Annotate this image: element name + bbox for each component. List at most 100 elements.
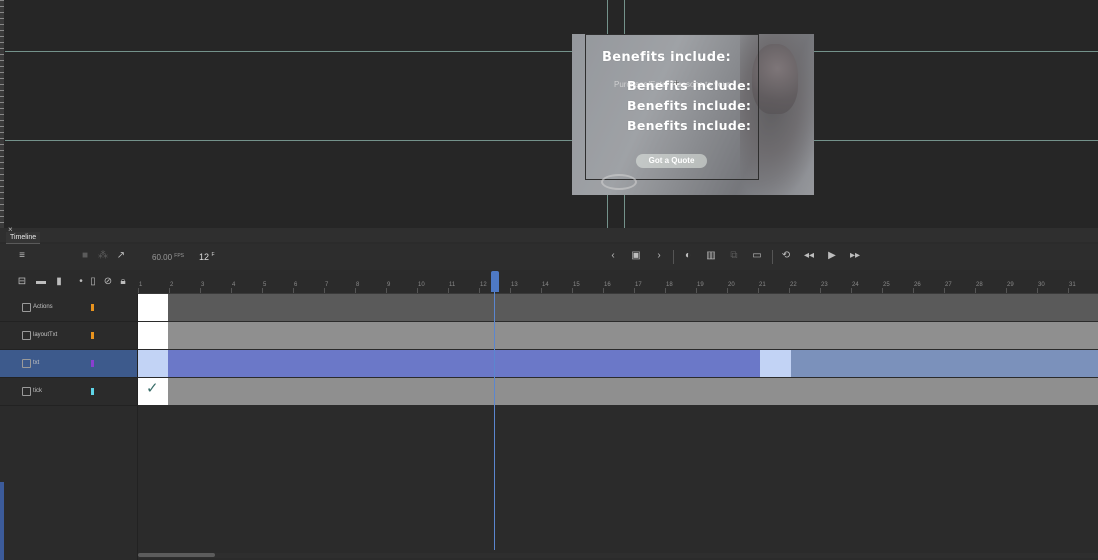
ruler-tick bbox=[541, 288, 542, 293]
toolbar-divider bbox=[673, 250, 674, 264]
camera-icon[interactable]: ■ bbox=[78, 249, 92, 263]
headline-repeat-1[interactable]: Benefits include: bbox=[627, 78, 751, 93]
visibility-toggle-icon[interactable]: ⊘ bbox=[101, 275, 115, 289]
outline-toggle-icon[interactable]: ▯ bbox=[86, 275, 100, 289]
next-keyframe-icon[interactable]: › bbox=[652, 249, 666, 263]
headline-repeat-3[interactable]: Benefits include: bbox=[627, 118, 751, 133]
layer-color-chip[interactable] bbox=[91, 388, 94, 395]
layer-row-actions[interactable]: Actions bbox=[0, 294, 137, 322]
ruler-frame-number: 6 bbox=[294, 282, 298, 288]
banner-artwork[interactable]: Benefits include: Purchase/Enter Reasons… bbox=[572, 34, 814, 195]
scrollbar-thumb[interactable] bbox=[138, 553, 215, 557]
ruler-frame-number: 18 bbox=[666, 282, 673, 288]
ruler-frame-number: 19 bbox=[697, 282, 704, 288]
layer-color-chip[interactable] bbox=[91, 304, 94, 311]
current-frame-readout[interactable]: 12 F bbox=[199, 252, 215, 262]
ruler-tick bbox=[417, 288, 418, 293]
layer-color-chip[interactable] bbox=[91, 332, 94, 339]
ruler-frame-number: 29 bbox=[1007, 282, 1014, 288]
layer-icon bbox=[22, 331, 31, 340]
stage-canvas[interactable]: Benefits include: Purchase/Enter Reasons… bbox=[0, 0, 1098, 228]
frames-grid[interactable]: ✓ bbox=[138, 294, 1098, 560]
ruler-tick bbox=[696, 288, 697, 293]
ruler-frame-number: 11 bbox=[449, 282, 456, 288]
layers-icon[interactable]: ≡ bbox=[15, 249, 29, 263]
lock-icon[interactable]: 🔒︎ bbox=[116, 275, 130, 289]
ruler-frame-number: 9 bbox=[387, 282, 391, 288]
new-folder-icon[interactable]: ▬ bbox=[34, 275, 48, 289]
loop-icon[interactable]: ⟲ bbox=[779, 249, 793, 263]
onion-skin-outline-icon[interactable]: ▥ bbox=[704, 249, 718, 263]
ruler-tick bbox=[634, 288, 635, 293]
new-layer-icon[interactable]: ⊟ bbox=[15, 275, 29, 289]
frame-row-layouttxt[interactable] bbox=[138, 322, 1098, 350]
layer-row-layouttxt[interactable]: layoutTxt bbox=[0, 322, 137, 350]
ruler-tick bbox=[758, 288, 759, 293]
fps-readout[interactable]: 60.00 FPS bbox=[152, 253, 184, 262]
playhead-line[interactable] bbox=[494, 292, 495, 550]
parenting-icon[interactable]: ⁂ bbox=[96, 249, 110, 263]
layer-tools-bar: ⊟ ▬ ▮ • ▯ ⊘ 🔒︎ bbox=[0, 272, 137, 292]
step-forward-icon[interactable]: ▸▸ bbox=[848, 249, 862, 263]
headline-repeat-2[interactable]: Benefits include: bbox=[627, 98, 751, 113]
ruler-tick bbox=[572, 288, 573, 293]
ruler-tick bbox=[1068, 288, 1069, 293]
horizontal-scrollbar[interactable] bbox=[138, 553, 1098, 558]
toolbar-divider bbox=[772, 250, 773, 264]
keyframe[interactable] bbox=[138, 294, 168, 321]
frame-row-actions[interactable] bbox=[138, 294, 1098, 322]
layer-name: tick bbox=[33, 388, 42, 394]
ruler-frame-number: 12 bbox=[480, 282, 487, 288]
layer-icon bbox=[22, 387, 31, 396]
horizontal-guide[interactable] bbox=[5, 140, 1098, 141]
tick-circle-graphic bbox=[601, 174, 637, 190]
frame-row-txt[interactable] bbox=[138, 350, 1098, 378]
ruler-frame-number: 7 bbox=[325, 282, 329, 288]
ruler-tick bbox=[727, 288, 728, 293]
ruler-frame-number: 15 bbox=[573, 282, 580, 288]
frame-ruler[interactable]: 1 2 3 4 5 6 7 8 9 10 11 12 13 14 15 16 17 18 19 20 21 22 23 24 2… bbox=[138, 272, 1098, 294]
ruler-tick bbox=[789, 288, 790, 293]
keyframe[interactable] bbox=[138, 350, 168, 377]
previous-keyframe-icon[interactable]: ‹ bbox=[606, 249, 620, 263]
keyframe[interactable]: ✓ bbox=[138, 378, 168, 405]
layer-row-tick[interactable]: tick bbox=[0, 378, 137, 406]
check-icon: ✓ bbox=[146, 380, 159, 397]
tab-timeline[interactable]: Timeline bbox=[6, 232, 41, 244]
ruler-frame-number: 8 bbox=[356, 282, 360, 288]
keyframe[interactable] bbox=[760, 350, 791, 377]
ruler-tick bbox=[882, 288, 883, 293]
registration-point-icon: + bbox=[674, 78, 680, 88]
ruler-tick bbox=[448, 288, 449, 293]
ruler-tick bbox=[665, 288, 666, 293]
panel-header bbox=[0, 228, 1098, 242]
headline-text[interactable]: Benefits include: bbox=[602, 50, 731, 65]
layer-name: txt bbox=[33, 360, 40, 366]
ruler-tick bbox=[479, 288, 480, 293]
layer-color-chip[interactable] bbox=[91, 360, 94, 367]
frame-view-icon[interactable]: ▭ bbox=[750, 249, 764, 263]
motion-tween-span[interactable] bbox=[168, 350, 760, 377]
insert-keyframe-icon[interactable]: ▣ bbox=[629, 249, 643, 263]
play-icon[interactable]: ▶ bbox=[825, 249, 839, 263]
frame-row-tick[interactable]: ✓ bbox=[138, 378, 1098, 406]
edit-multiple-frames-icon[interactable]: ⧉ bbox=[727, 249, 741, 263]
get-quote-button[interactable]: Got a Quote bbox=[636, 154, 707, 168]
ruler-tick bbox=[231, 288, 232, 293]
ruler-tick bbox=[944, 288, 945, 293]
onion-skin-icon[interactable]: ◐ bbox=[681, 249, 695, 263]
layer-row-txt[interactable]: txt bbox=[0, 350, 137, 378]
ruler-frame-number: 23 bbox=[821, 282, 828, 288]
layer-name: Actions bbox=[33, 304, 53, 310]
vertical-ruler bbox=[0, 0, 4, 228]
delete-icon[interactable]: ▮ bbox=[52, 275, 66, 289]
keyframe[interactable] bbox=[138, 322, 168, 349]
playhead-handle[interactable] bbox=[491, 271, 499, 292]
layer-list: Actions layoutTxt txt tick bbox=[0, 294, 138, 560]
ruler-frame-number: 24 bbox=[852, 282, 859, 288]
ruler-tick bbox=[820, 288, 821, 293]
ruler-frame-number: 22 bbox=[790, 282, 797, 288]
horizontal-guide[interactable] bbox=[5, 51, 1098, 52]
graph-icon[interactable]: ↗ bbox=[114, 249, 128, 263]
step-back-icon[interactable]: ◂◂ bbox=[802, 249, 816, 263]
